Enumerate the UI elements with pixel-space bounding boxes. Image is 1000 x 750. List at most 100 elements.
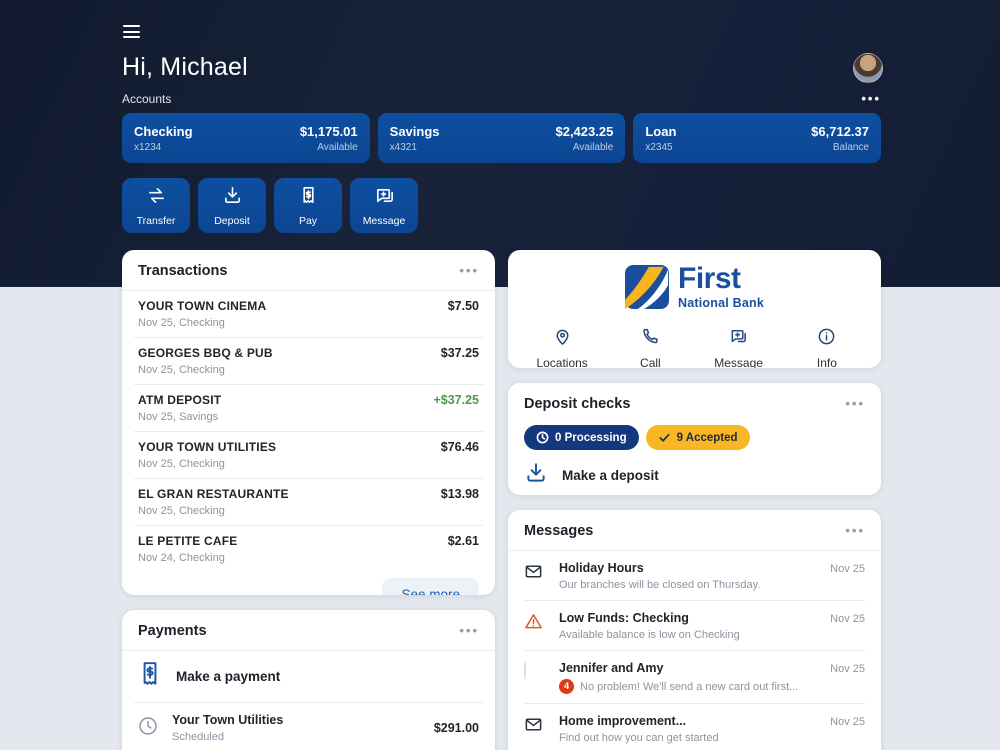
payments-overflow-menu-icon[interactable]: ••• [459, 624, 479, 637]
pay-button[interactable]: Pay [274, 178, 342, 233]
make-deposit-label: Make a deposit [562, 468, 659, 483]
accepted-badge[interactable]: 9 Accepted [645, 425, 750, 450]
transaction-detail: Nov 25, Checking [138, 317, 225, 329]
action-label: Transfer [136, 214, 176, 227]
message-preview: Find out how you can get started [559, 732, 719, 744]
account-name: Loan [645, 123, 677, 139]
account-card-checking[interactable]: Checking x1234 $1,175.01 Available [122, 113, 370, 163]
account-amount-label: Available [572, 141, 614, 153]
account-card-loan[interactable]: Loan x2345 $6,712.37 Balance [633, 113, 881, 163]
unread-count-badge: 4 [559, 679, 574, 694]
call-button[interactable]: Call [606, 327, 694, 368]
message-preview: No problem! We'll send a new card out fi… [580, 680, 799, 693]
deposit-checks-title: Deposit checks [524, 396, 631, 412]
user-avatar[interactable] [853, 53, 883, 83]
deposit-status-badges: 0 Processing 9 Accepted [508, 414, 881, 450]
transaction-detail: Nov 25, Checking [138, 364, 225, 376]
contact-avatar [524, 661, 546, 694]
payment-name: Your Town Utilities [172, 713, 284, 727]
transaction-row[interactable]: LE PETITE CAFE $2.61 Nov 24, Checking [134, 525, 483, 572]
bank-logo: First National Bank [518, 264, 871, 314]
messages-overflow-menu-icon[interactable]: ••• [845, 524, 865, 537]
see-more-button[interactable]: See more [382, 578, 479, 595]
message-date: Nov 25 [830, 663, 865, 675]
message-preview: Our branches will be closed on Thursday. [559, 579, 761, 591]
bank-action-label: Locations [536, 356, 588, 368]
deposit-checks-overflow-menu-icon[interactable]: ••• [845, 397, 865, 410]
payments-card: Payments ••• Make a payment Your Town Ut… [122, 610, 495, 750]
transfer-button[interactable]: Transfer [122, 178, 190, 233]
check-icon [659, 433, 670, 442]
envelope-icon [524, 714, 546, 744]
bank-logo-mark-icon [625, 265, 670, 314]
processing-badge[interactable]: 0 Processing [524, 425, 639, 450]
messages-card: Messages ••• Holiday Hours Nov 25 Our br… [508, 510, 881, 750]
bank-action-label: Call [640, 356, 661, 368]
transactions-card: Transactions ••• YOUR TOWN CINEMA $7.50 … [122, 250, 495, 595]
message-date: Nov 25 [830, 613, 865, 625]
message-row[interactable]: Low Funds: Checking Nov 25 Available bal… [524, 600, 865, 650]
transaction-row[interactable]: GEORGES BBQ & PUB $37.25 Nov 25, Checkin… [134, 337, 483, 384]
action-label: Deposit [214, 214, 250, 227]
transaction-amount: +$37.25 [433, 393, 479, 407]
transfer-icon [146, 185, 167, 211]
dashboard-columns: Transactions ••• YOUR TOWN CINEMA $7.50 … [122, 250, 881, 750]
message-preview: Available balance is low on Checking [559, 629, 740, 641]
transaction-amount: $76.46 [440, 440, 479, 454]
transaction-name: GEORGES BBQ & PUB [138, 346, 273, 360]
message-row[interactable]: Jennifer and Amy Nov 25 4 No problem! We… [524, 650, 865, 703]
bank-message-button[interactable]: Message [695, 327, 783, 368]
dashboard-page: Hi, Michael Accounts ••• Checking x1234 … [122, 0, 883, 750]
deposit-button[interactable]: Deposit [198, 178, 266, 233]
message-row[interactable]: Holiday Hours Nov 25 Our branches will b… [524, 551, 865, 600]
transaction-row[interactable]: ATM DEPOSIT +$37.25 Nov 25, Savings [134, 384, 483, 431]
action-label: Pay [298, 214, 318, 227]
account-number: x4321 [389, 141, 417, 153]
message-icon [374, 185, 395, 211]
transaction-detail: Nov 25, Savings [138, 411, 219, 423]
accounts-overflow-menu-icon[interactable]: ••• [861, 92, 881, 105]
scheduled-payment-row[interactable]: Your Town Utilities Scheduled $291.00 [134, 702, 483, 750]
locations-button[interactable]: Locations [518, 327, 606, 368]
message-row[interactable]: Home improvement... Nov 25 Find out how … [524, 703, 865, 750]
accounts-section-header: Accounts ••• [122, 92, 881, 106]
info-button[interactable]: Info [783, 327, 871, 368]
accepted-badge-label: 9 Accepted [676, 431, 738, 444]
transaction-detail: Nov 25, Checking [138, 505, 225, 517]
account-amount: $1,175.01 [299, 123, 358, 139]
message-title: Home improvement... [559, 714, 687, 728]
clock-icon [536, 431, 549, 444]
accounts-section-label: Accounts [122, 92, 172, 106]
account-card-savings[interactable]: Savings x4321 $2,423.25 Available [377, 113, 626, 163]
messages-title: Messages [524, 523, 594, 539]
transaction-amount: $37.25 [440, 346, 479, 360]
account-number: x1234 [134, 141, 162, 153]
transactions-overflow-menu-icon[interactable]: ••• [459, 264, 479, 277]
bank-action-label: Message [714, 356, 763, 368]
account-amount-label: Available [317, 141, 358, 153]
transaction-row[interactable]: EL GRAN RESTAURANTE $13.98 Nov 25, Check… [134, 478, 483, 525]
page-title: Hi, Michael [122, 53, 248, 81]
hamburger-menu-icon[interactable] [123, 25, 140, 38]
transaction-row[interactable]: YOUR TOWN UTILITIES $76.46 Nov 25, Check… [134, 431, 483, 478]
account-amount-label: Balance [832, 141, 869, 153]
message-button[interactable]: Message [350, 178, 418, 233]
transactions-title: Transactions [138, 263, 228, 279]
make-deposit-button[interactable]: Make a deposit [508, 450, 881, 495]
deposit-icon [222, 185, 243, 211]
phone-icon [641, 327, 660, 351]
make-payment-label: Make a payment [176, 669, 281, 684]
right-column: First National Bank Locations Call Messa… [508, 250, 881, 750]
account-name: Checking [134, 123, 193, 139]
bank-info-card: First National Bank Locations Call Messa… [508, 250, 881, 368]
info-icon [817, 327, 836, 351]
transaction-amount: $2.61 [447, 534, 479, 548]
transaction-row[interactable]: YOUR TOWN CINEMA $7.50 Nov 25, Checking [134, 291, 483, 337]
pay-receipt-icon [138, 661, 162, 692]
make-payment-button[interactable]: Make a payment [134, 651, 483, 702]
transaction-name: LE PETITE CAFE [138, 534, 238, 548]
message-date: Nov 25 [830, 563, 865, 575]
deposit-checks-card: Deposit checks ••• 0 Processing 9 Accept… [508, 383, 881, 495]
transaction-amount: $13.98 [440, 487, 479, 501]
location-pin-icon [553, 327, 572, 351]
